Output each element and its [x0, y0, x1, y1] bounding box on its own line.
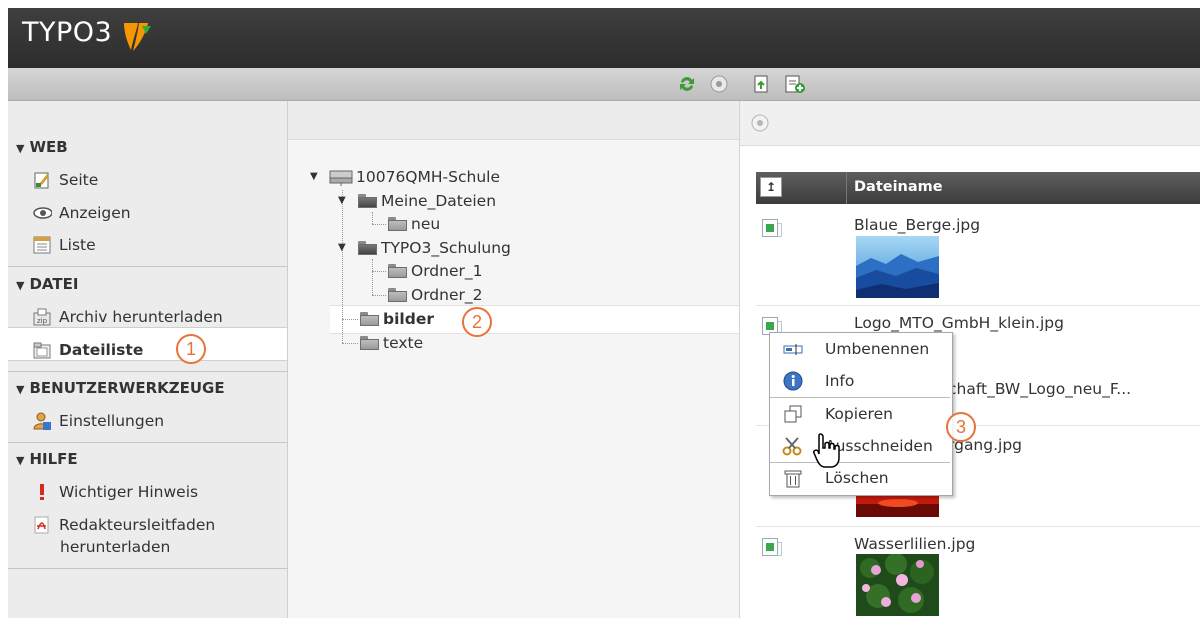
new-file-icon[interactable]	[784, 74, 806, 94]
column-divider	[846, 172, 847, 204]
file-name[interactable]: Wasserlilien.jpg	[854, 535, 975, 553]
file-name[interactable]: Logo_MTO_GmbH_klein.jpg	[854, 314, 1064, 332]
module-item-dateiliste[interactable]: Dateiliste	[32, 338, 143, 362]
section-divider	[8, 442, 287, 443]
tree-line	[372, 259, 373, 295]
top-bar	[8, 8, 1200, 68]
trash-icon	[784, 470, 802, 488]
archive-icon: zip	[33, 308, 51, 326]
help-icon[interactable]	[750, 113, 770, 133]
module-item-liste[interactable]: Liste	[32, 233, 96, 257]
menu-item-umbenennen[interactable]: Umbenennen	[770, 333, 950, 365]
tree-root-node[interactable]: 10076QMH-Schule	[328, 166, 500, 188]
image-file-icon[interactable]	[762, 538, 782, 556]
tree-node-typo3-schulung[interactable]: TYPO3_Schulung	[358, 237, 511, 259]
file-table-header: ↥ Dateiname	[756, 172, 1200, 204]
callout-3: 3	[946, 412, 976, 442]
section-divider	[8, 266, 287, 267]
folder-open-icon	[358, 193, 378, 209]
hand-cursor-icon	[813, 433, 840, 468]
tree-line	[372, 212, 373, 224]
tree-line	[372, 271, 386, 272]
file-name[interactable]: chaft_BW_Logo_neu_F...	[948, 380, 1131, 398]
menu-item-loeschen[interactable]: Löschen	[770, 462, 950, 494]
toolbar-row	[8, 68, 1200, 101]
tree-node-ordner-1[interactable]: Ordner_1	[388, 260, 482, 282]
scissors-icon	[782, 437, 802, 456]
eye-icon	[33, 207, 52, 219]
menu-item-kopieren[interactable]: Kopieren	[770, 398, 950, 430]
tree-node-ordner-2[interactable]: Ordner_2	[388, 284, 482, 306]
folder-icon	[388, 263, 408, 279]
tree-node-meine-dateien[interactable]: Meine_Dateien	[358, 190, 496, 212]
folder-up-icon[interactable]: ↥	[760, 177, 782, 197]
copy-icon	[784, 405, 802, 423]
module-item-wichtiger-hinweis[interactable]: Wichtiger Hinweis	[32, 480, 198, 504]
module-item-archiv-herunterladen[interactable]: zip Archiv herunterladen	[32, 305, 223, 329]
tree-line	[372, 295, 386, 296]
collapse-arrow-icon[interactable]: ▼	[310, 171, 318, 182]
menu-item-info[interactable]: Info	[770, 365, 950, 397]
info-icon	[783, 371, 803, 391]
context-menu: Umbenennen Info Kopieren Ausschneiden Lö…	[769, 332, 953, 496]
tree-line	[342, 190, 343, 343]
rename-icon	[783, 344, 803, 355]
tree-line	[342, 343, 358, 344]
column-header-dateiname[interactable]: Dateiname	[854, 179, 943, 195]
module-item-anzeigen[interactable]: Anzeigen	[32, 201, 131, 225]
tree-node-bilder[interactable]: bilder	[360, 308, 434, 330]
callout-2: 2	[462, 307, 492, 337]
folder-icon	[388, 216, 408, 232]
tree-node-texte[interactable]: texte	[360, 332, 423, 354]
refresh-icon[interactable]	[677, 74, 697, 94]
file-name[interactable]: Blaue_Berge.jpg	[854, 216, 980, 234]
callout-1: 1	[176, 334, 206, 364]
server-icon	[329, 170, 353, 186]
section-divider	[8, 371, 287, 372]
page-edit-icon	[34, 172, 49, 189]
tree-line	[342, 319, 358, 320]
module-item-seite[interactable]: Seite	[32, 168, 98, 192]
exclamation-icon	[40, 484, 44, 500]
collapse-arrow-icon[interactable]: ▼	[338, 195, 346, 206]
tree-line	[372, 224, 386, 225]
menu-item-ausschneiden[interactable]: Ausschneiden	[770, 430, 950, 462]
section-divider	[8, 568, 287, 569]
typo3-logo-icon	[124, 23, 151, 51]
user-settings-icon	[33, 412, 51, 430]
folder-open-icon	[358, 240, 378, 256]
help-icon[interactable]	[709, 74, 729, 94]
list-icon	[33, 236, 51, 254]
folder-icon	[360, 335, 380, 351]
section-datei[interactable]: ▼ DATEI	[8, 275, 287, 293]
section-web[interactable]: ▼ WEB	[8, 138, 287, 156]
filelist-icon	[33, 342, 51, 359]
image-file-icon[interactable]	[762, 219, 782, 237]
module-item-redakteursleitfaden[interactable]: Redakteursleitfaden	[32, 513, 215, 537]
thumbnail-blaue-berge[interactable]	[856, 236, 939, 298]
thumbnail-wasserlilien[interactable]	[856, 554, 939, 616]
file-list-toolbar	[740, 101, 1200, 146]
row-divider	[756, 305, 1200, 306]
section-hilfe[interactable]: ▼ HILFE	[8, 450, 287, 468]
tree-node-neu[interactable]: neu	[388, 213, 440, 235]
section-benutzerwerkzeuge[interactable]: ▼ BENUTZERWERKZEUGE	[8, 379, 287, 397]
upload-file-icon[interactable]	[752, 74, 772, 94]
tree-toolbar	[288, 101, 739, 140]
typo3-logo-text: TYPO3	[22, 17, 113, 48]
folder-icon	[388, 287, 408, 303]
row-divider	[756, 526, 1200, 527]
module-item-einstellungen[interactable]: Einstellungen	[32, 409, 164, 433]
module-item-redakteursleitfaden-line2[interactable]: herunterladen	[60, 535, 170, 559]
svg-text:zip: zip	[37, 317, 48, 325]
module-menu: ▼ WEB Seite Anzeigen Liste ▼ DATEI zip Arc…	[8, 101, 288, 618]
folder-icon	[360, 311, 380, 327]
pdf-icon	[34, 516, 49, 534]
collapse-arrow-icon[interactable]: ▼	[338, 242, 346, 253]
